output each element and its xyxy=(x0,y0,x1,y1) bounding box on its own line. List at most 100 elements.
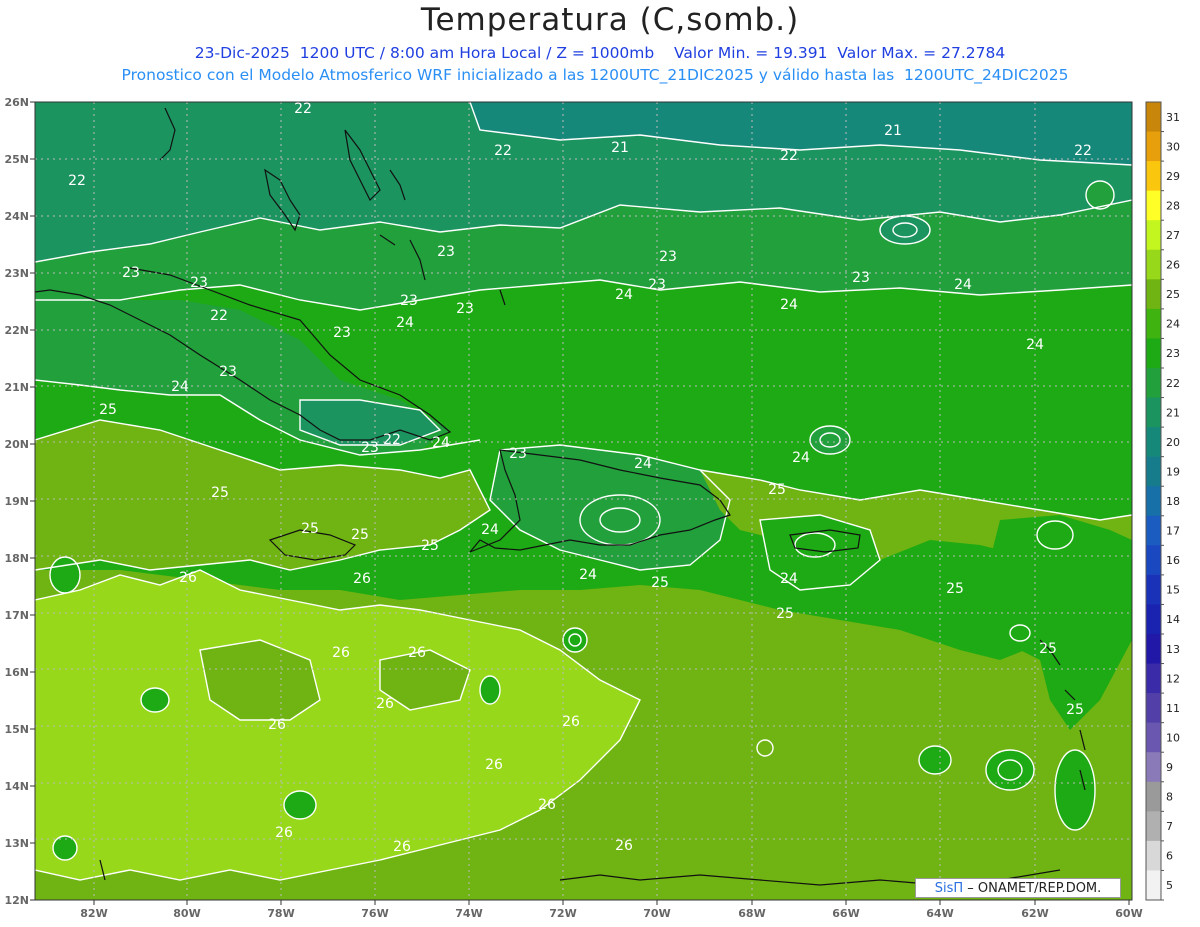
colorbar-swatch xyxy=(1146,427,1161,458)
lat-label: 26N xyxy=(4,96,29,109)
contour-label: 25 xyxy=(946,581,964,597)
lat-label: 17N xyxy=(4,609,29,622)
colorbar-swatch xyxy=(1146,397,1161,428)
colorbar-label: 14 xyxy=(1166,613,1180,626)
colorbar-swatch xyxy=(1146,604,1161,635)
colorbar-label: 23 xyxy=(1166,347,1180,360)
lon-label: 68W xyxy=(738,907,765,920)
colorbar-swatch xyxy=(1146,515,1161,546)
contour-label: 26 xyxy=(485,757,503,773)
colorbar-swatch xyxy=(1146,368,1161,399)
latitude-axis: 26N 25N 24N 23N 22N 21N 20N 19N 18N 17N 16N 15N 14N 1… xyxy=(4,96,35,907)
lat-label: 20N xyxy=(4,438,29,451)
contour-label: 23 xyxy=(400,293,418,309)
lon-label: 76W xyxy=(361,907,388,920)
colorbar-label: 9 xyxy=(1166,761,1173,774)
lon-label: 82W xyxy=(80,907,107,920)
lat-label: 24N xyxy=(4,210,29,223)
contour-label: 23 xyxy=(190,275,208,291)
contour-label: 23 xyxy=(333,325,351,341)
colorbar-label: 20 xyxy=(1166,436,1180,449)
colorbar-swatch xyxy=(1146,840,1161,871)
lon-label: 66W xyxy=(832,907,859,920)
colorbar-swatch xyxy=(1146,870,1161,901)
colorbar-label: 7 xyxy=(1166,820,1173,833)
colorbar-label: 21 xyxy=(1166,406,1180,419)
contour-label: 26 xyxy=(179,570,197,586)
contour-label: 25 xyxy=(1039,641,1057,657)
colorbar-label: 26 xyxy=(1166,259,1180,272)
colorbar-label: 16 xyxy=(1166,554,1180,567)
colorbar-label: 27 xyxy=(1166,229,1180,242)
colorbar-label: 6 xyxy=(1166,850,1173,863)
contour-label: 24 xyxy=(171,379,189,395)
colorbar-swatch xyxy=(1146,102,1161,133)
contour-label: 26 xyxy=(615,838,633,854)
contour-label: 24 xyxy=(780,571,798,587)
colorbar-swatch xyxy=(1146,338,1161,369)
lon-label: 62W xyxy=(1021,907,1048,920)
contour-label: 23 xyxy=(509,446,527,462)
contour-label: 26 xyxy=(538,797,556,813)
colorbar-label: 10 xyxy=(1166,731,1180,744)
lat-label: 19N xyxy=(4,495,29,508)
colorbar-swatch xyxy=(1146,308,1161,339)
lat-label: 21N xyxy=(4,381,29,394)
contour-label: 21 xyxy=(884,123,902,139)
colorbar-swatch xyxy=(1146,811,1161,842)
contour-label: 24 xyxy=(579,567,597,583)
contour-label: 24 xyxy=(432,435,450,451)
lat-label: 13N xyxy=(4,837,29,850)
sispi-logo: SisΠ xyxy=(934,881,964,896)
colorbar-swatch xyxy=(1146,279,1161,310)
contour-label: 23 xyxy=(361,440,379,456)
contour-label: 23 xyxy=(456,301,474,317)
contour-label: 24 xyxy=(792,450,810,466)
contour-label: 24 xyxy=(1026,337,1044,353)
contour-label: 23 xyxy=(648,277,666,293)
contour-label: 26 xyxy=(393,839,411,855)
lon-label: 74W xyxy=(455,907,482,920)
longitude-axis: 82W 80W 78W 76W 74W 72W 70W 68W 66W 64W 62W 60W xyxy=(80,900,1143,920)
colorbar-swatch xyxy=(1146,781,1161,812)
colorbar-label: 13 xyxy=(1166,643,1180,656)
contour-label: 22 xyxy=(210,308,228,324)
contour-label: 25 xyxy=(768,482,786,498)
colorbar-swatch xyxy=(1146,545,1161,576)
contour-label: 22 xyxy=(294,101,312,117)
colorbar-swatch xyxy=(1146,663,1161,694)
contour-label: 25 xyxy=(1066,702,1084,718)
contour-label: 22 xyxy=(1074,143,1092,159)
lat-label: 23N xyxy=(4,267,29,280)
contour-label: 26 xyxy=(353,571,371,587)
colorbar-swatch xyxy=(1146,161,1161,192)
contour-label: 24 xyxy=(634,456,652,472)
lon-label: 70W xyxy=(643,907,670,920)
contour-label: 24 xyxy=(396,315,414,331)
contour-label: 22 xyxy=(780,148,798,164)
contour-label: 23 xyxy=(437,244,455,260)
lat-label: 18N xyxy=(4,552,29,565)
contour-label: 23 xyxy=(219,364,237,380)
colorbar-label: 22 xyxy=(1166,377,1180,390)
contour-label: 26 xyxy=(376,696,394,712)
contour-label: 22 xyxy=(68,173,86,189)
colorbar-swatch xyxy=(1146,722,1161,753)
contour-label: 24 xyxy=(481,522,499,538)
lat-label: 14N xyxy=(4,780,29,793)
contour-label: 25 xyxy=(301,521,319,537)
colorbar-swatch xyxy=(1146,190,1161,221)
colorbar-swatch xyxy=(1146,456,1161,487)
lon-label: 72W xyxy=(549,907,576,920)
contour-label: 22 xyxy=(494,143,512,159)
lat-label: 12N xyxy=(4,894,29,907)
contour-label: 23 xyxy=(659,249,677,265)
lon-label: 78W xyxy=(267,907,294,920)
lat-label: 22N xyxy=(4,324,29,337)
contour-label: 24 xyxy=(615,287,633,303)
temperature-map: 22 22 21 21 22 22 22 23 23 23 23 23 23 24 24 24 22 23 23 24… xyxy=(4,96,1180,920)
colorbar-label: 24 xyxy=(1166,318,1180,331)
colorbar-swatch xyxy=(1146,634,1161,665)
contour-label: 23 xyxy=(122,265,140,281)
contour-label: 26 xyxy=(275,825,293,841)
